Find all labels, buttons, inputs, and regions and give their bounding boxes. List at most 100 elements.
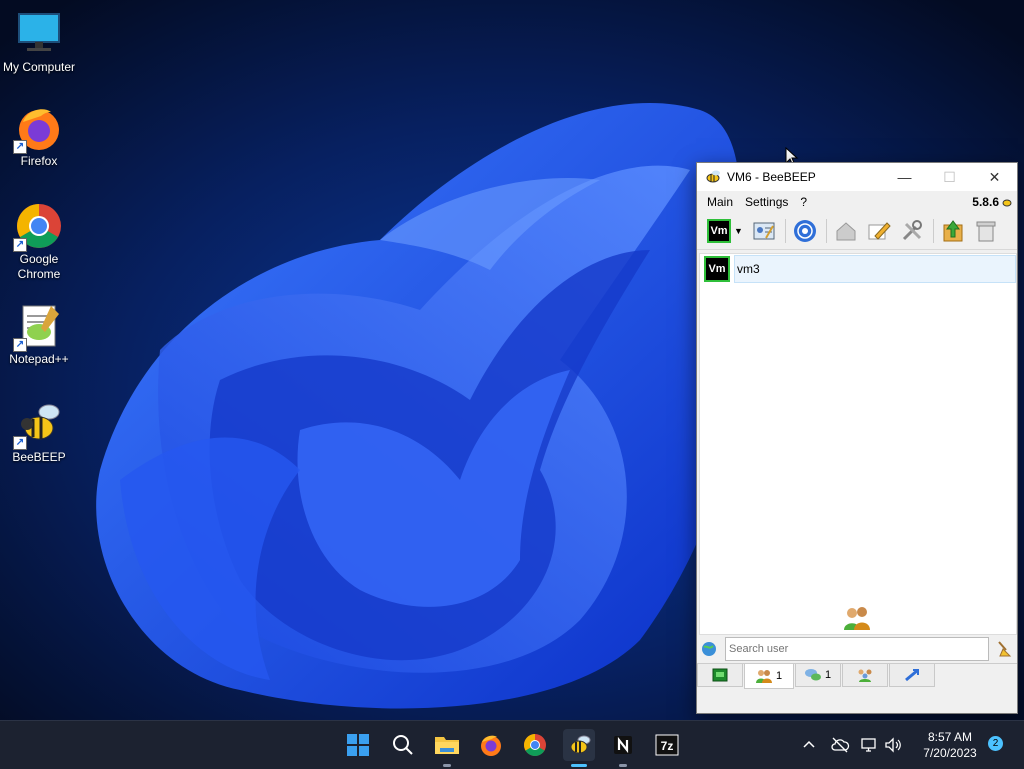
- chrome-icon: [524, 734, 546, 756]
- notes-button[interactable]: [865, 217, 893, 245]
- desktop-icon-label: Firefox: [20, 154, 58, 168]
- edit-profile-button[interactable]: [750, 217, 778, 245]
- search-user-input[interactable]: [725, 637, 989, 661]
- pencil-icon: [868, 222, 891, 240]
- tools-icon: [902, 220, 922, 241]
- status-dropdown-button[interactable]: Vm ▼: [705, 217, 745, 245]
- taskbar-7zip[interactable]: 7z: [651, 729, 683, 761]
- tab-count: 1: [824, 669, 832, 681]
- share-icon: [905, 668, 919, 682]
- home-button[interactable]: [832, 217, 860, 245]
- recycle-bin-button[interactable]: [972, 217, 1000, 245]
- home-icon: [836, 222, 856, 241]
- taskbar-search-button[interactable]: [387, 729, 419, 761]
- clock-time: 8:57 AM: [927, 730, 973, 744]
- chat-icon: [804, 669, 821, 681]
- beebeep-window: VM6 - BeeBEEP — ☐ ✕ Main Settings ? 5.8.…: [696, 162, 1018, 714]
- taskbar-firefox[interactable]: [475, 729, 507, 761]
- search-icon: [393, 735, 413, 755]
- chevron-down-icon: ▼: [734, 226, 743, 236]
- desktop-icon-notepadpp[interactable]: ↗ Notepad++: [0, 302, 79, 367]
- taskbar-clock[interactable]: 8:57 AM 7/20/2023: [915, 729, 985, 761]
- toolbar-separator: [826, 219, 827, 243]
- desktop-icon-label: Google Chrome: [17, 252, 61, 281]
- taskbar: 7z 8:57 AM 7/20/2023: [0, 720, 1024, 769]
- clock-date: 7/20/2023: [923, 746, 977, 760]
- taskbar-beebeep[interactable]: [563, 729, 595, 767]
- minimize-button[interactable]: —: [882, 163, 927, 191]
- main-toolbar: Vm ▼: [697, 213, 1017, 250]
- cloud-offline-icon[interactable]: [830, 736, 850, 754]
- status-icon: [712, 668, 728, 682]
- close-button[interactable]: ✕: [972, 163, 1017, 191]
- user-avatar-badge: Vm: [707, 219, 732, 243]
- chevron-up-icon[interactable]: [800, 736, 818, 754]
- version-label: 5.8.6: [972, 195, 1013, 209]
- network-icon[interactable]: [860, 736, 878, 754]
- version-number: 5.8.6: [972, 195, 999, 209]
- notification-badge[interactable]: 2: [988, 736, 1003, 751]
- firefox-icon: [481, 735, 501, 756]
- bottom-tabs: 1 1: [697, 663, 1017, 689]
- profile-card-icon: [753, 222, 775, 240]
- tab-count: 1: [775, 670, 783, 682]
- start-button[interactable]: [342, 729, 374, 761]
- window-title: VM6 - BeeBEEP: [727, 170, 816, 184]
- update-button[interactable]: [939, 217, 967, 245]
- running-indicator: [571, 764, 587, 767]
- trash-icon: [976, 221, 996, 242]
- tab-file-sharing[interactable]: [889, 664, 935, 687]
- bee-icon: [706, 170, 720, 183]
- monitor-icon: [15, 10, 63, 58]
- shortcut-arrow-icon: ↗: [13, 140, 27, 154]
- firefox-icon: ↗: [13, 104, 63, 154]
- running-indicator: [619, 764, 627, 767]
- globe-icon[interactable]: [701, 641, 717, 657]
- taskbar-notion[interactable]: [607, 729, 639, 767]
- user-avatar-badge: Vm: [704, 256, 730, 282]
- clear-broom-icon[interactable]: [995, 640, 1013, 658]
- menu-settings[interactable]: Settings: [739, 195, 794, 209]
- shortcut-arrow-icon: ↗: [13, 238, 27, 252]
- 7zip-icon: 7z: [655, 734, 679, 756]
- users-icon: [844, 607, 870, 630]
- network-button[interactable]: [791, 217, 819, 245]
- tab-chats[interactable]: 1: [795, 664, 841, 687]
- desktop-icon-label: BeeBEEP: [12, 450, 66, 464]
- user-name-label: vm3: [734, 255, 1016, 283]
- search-row: [701, 637, 1013, 661]
- user-list: Vm vm3: [699, 253, 1017, 635]
- taskbar-file-explorer[interactable]: [431, 729, 463, 767]
- broadcast-icon: [794, 220, 816, 242]
- tools-button[interactable]: [898, 217, 926, 245]
- groups-icon: [858, 669, 872, 682]
- bee-icon: ↗: [13, 400, 63, 450]
- shortcut-arrow-icon: ↗: [13, 338, 27, 352]
- desktop-icon-chrome[interactable]: ↗ Google Chrome: [0, 202, 79, 282]
- running-indicator: [443, 764, 451, 767]
- system-tray: [800, 721, 902, 769]
- tab-status[interactable]: [697, 664, 743, 687]
- windows-start-icon: [347, 734, 369, 756]
- window-titlebar[interactable]: VM6 - BeeBEEP — ☐ ✕: [697, 163, 1017, 191]
- folder-icon: [435, 737, 459, 754]
- notion-icon: [614, 736, 632, 754]
- list-item[interactable]: Vm vm3: [704, 254, 1016, 284]
- tab-groups[interactable]: [842, 664, 888, 687]
- maximize-button[interactable]: ☐: [927, 163, 972, 191]
- desktop-icon-my-computer[interactable]: My Computer: [0, 10, 79, 75]
- notepad-plus-plus-icon: ↗: [13, 302, 63, 352]
- desktop-icon-label: Notepad++: [9, 352, 69, 366]
- toolbar-separator: [933, 219, 934, 243]
- taskbar-chrome[interactable]: [519, 729, 551, 761]
- update-arrow-icon: [943, 220, 963, 242]
- menu-help[interactable]: ?: [794, 195, 813, 209]
- desktop-icon-firefox[interactable]: ↗ Firefox: [0, 104, 79, 169]
- desktop-icon-label: My Computer: [2, 60, 76, 74]
- desktop-icon-beebeep[interactable]: ↗ BeeBEEP: [0, 400, 79, 465]
- volume-icon[interactable]: [884, 736, 902, 754]
- tab-users[interactable]: 1: [744, 664, 794, 689]
- chrome-icon: ↗: [13, 202, 63, 252]
- menu-main[interactable]: Main: [701, 195, 739, 209]
- bee-icon: [570, 735, 591, 754]
